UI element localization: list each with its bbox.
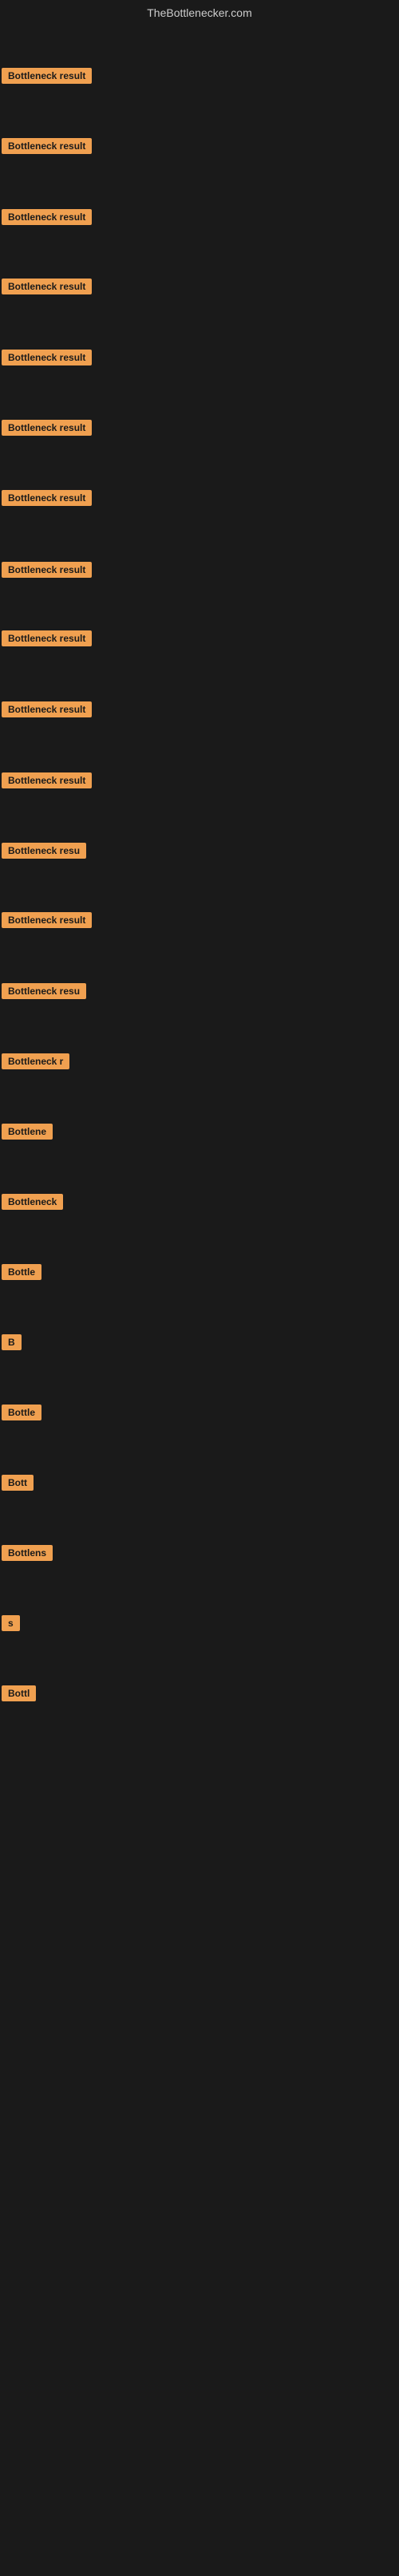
bottleneck-badge-9: Bottleneck result [2,630,92,646]
bottleneck-badge-1: Bottleneck result [2,68,92,84]
bottleneck-result-4: Bottleneck result [2,279,92,298]
bottleneck-badge-18: Bottle [2,1264,41,1280]
bottleneck-result-19: B [2,1334,22,1354]
bottleneck-result-15: Bottleneck r [2,1053,69,1073]
bottleneck-result-10: Bottleneck result [2,701,92,721]
bottleneck-badge-12: Bottleneck resu [2,843,86,859]
bottleneck-badge-3: Bottleneck result [2,209,92,225]
bottleneck-result-23: s [2,1615,20,1635]
bottleneck-result-22: Bottlens [2,1545,53,1565]
bottleneck-badge-16: Bottlene [2,1124,53,1140]
results-container: Bottleneck result Bottleneck result Bottle… [0,22,399,2576]
bottleneck-badge-10: Bottleneck result [2,701,92,717]
site-header: TheBottlenecker.com [0,0,399,22]
bottleneck-result-9: Bottleneck result [2,630,92,650]
bottleneck-badge-19: B [2,1334,22,1350]
bottleneck-result-1: Bottleneck result [2,68,92,88]
bottleneck-badge-5: Bottleneck result [2,350,92,365]
bottleneck-badge-14: Bottleneck resu [2,983,86,999]
bottleneck-badge-6: Bottleneck result [2,420,92,436]
bottleneck-badge-20: Bottle [2,1405,41,1420]
bottleneck-badge-8: Bottleneck result [2,562,92,578]
bottleneck-result-13: Bottleneck result [2,912,92,932]
bottleneck-result-16: Bottlene [2,1124,53,1144]
bottleneck-result-14: Bottleneck resu [2,983,86,1003]
bottleneck-result-8: Bottleneck result [2,562,92,582]
bottleneck-badge-11: Bottleneck result [2,772,92,788]
bottleneck-result-11: Bottleneck result [2,772,92,792]
bottleneck-result-12: Bottleneck resu [2,843,86,863]
bottleneck-badge-2: Bottleneck result [2,138,92,154]
bottleneck-badge-17: Bottleneck [2,1194,63,1210]
bottleneck-badge-24: Bottl [2,1685,36,1701]
bottleneck-badge-13: Bottleneck result [2,912,92,928]
bottleneck-result-17: Bottleneck [2,1194,63,1214]
bottleneck-result-18: Bottle [2,1264,41,1284]
bottleneck-badge-15: Bottleneck r [2,1053,69,1069]
bottleneck-result-24: Bottl [2,1685,36,1705]
bottleneck-result-20: Bottle [2,1405,41,1424]
bottleneck-result-2: Bottleneck result [2,138,92,158]
site-title: TheBottlenecker.com [0,0,399,22]
bottleneck-result-3: Bottleneck result [2,209,92,229]
bottleneck-result-7: Bottleneck result [2,490,92,510]
bottleneck-badge-4: Bottleneck result [2,279,92,294]
bottleneck-badge-7: Bottleneck result [2,490,92,506]
bottleneck-badge-23: s [2,1615,20,1631]
bottleneck-badge-21: Bott [2,1475,34,1491]
bottleneck-badge-22: Bottlens [2,1545,53,1561]
bottleneck-result-5: Bottleneck result [2,350,92,369]
bottleneck-result-6: Bottleneck result [2,420,92,440]
bottleneck-result-21: Bott [2,1475,34,1495]
